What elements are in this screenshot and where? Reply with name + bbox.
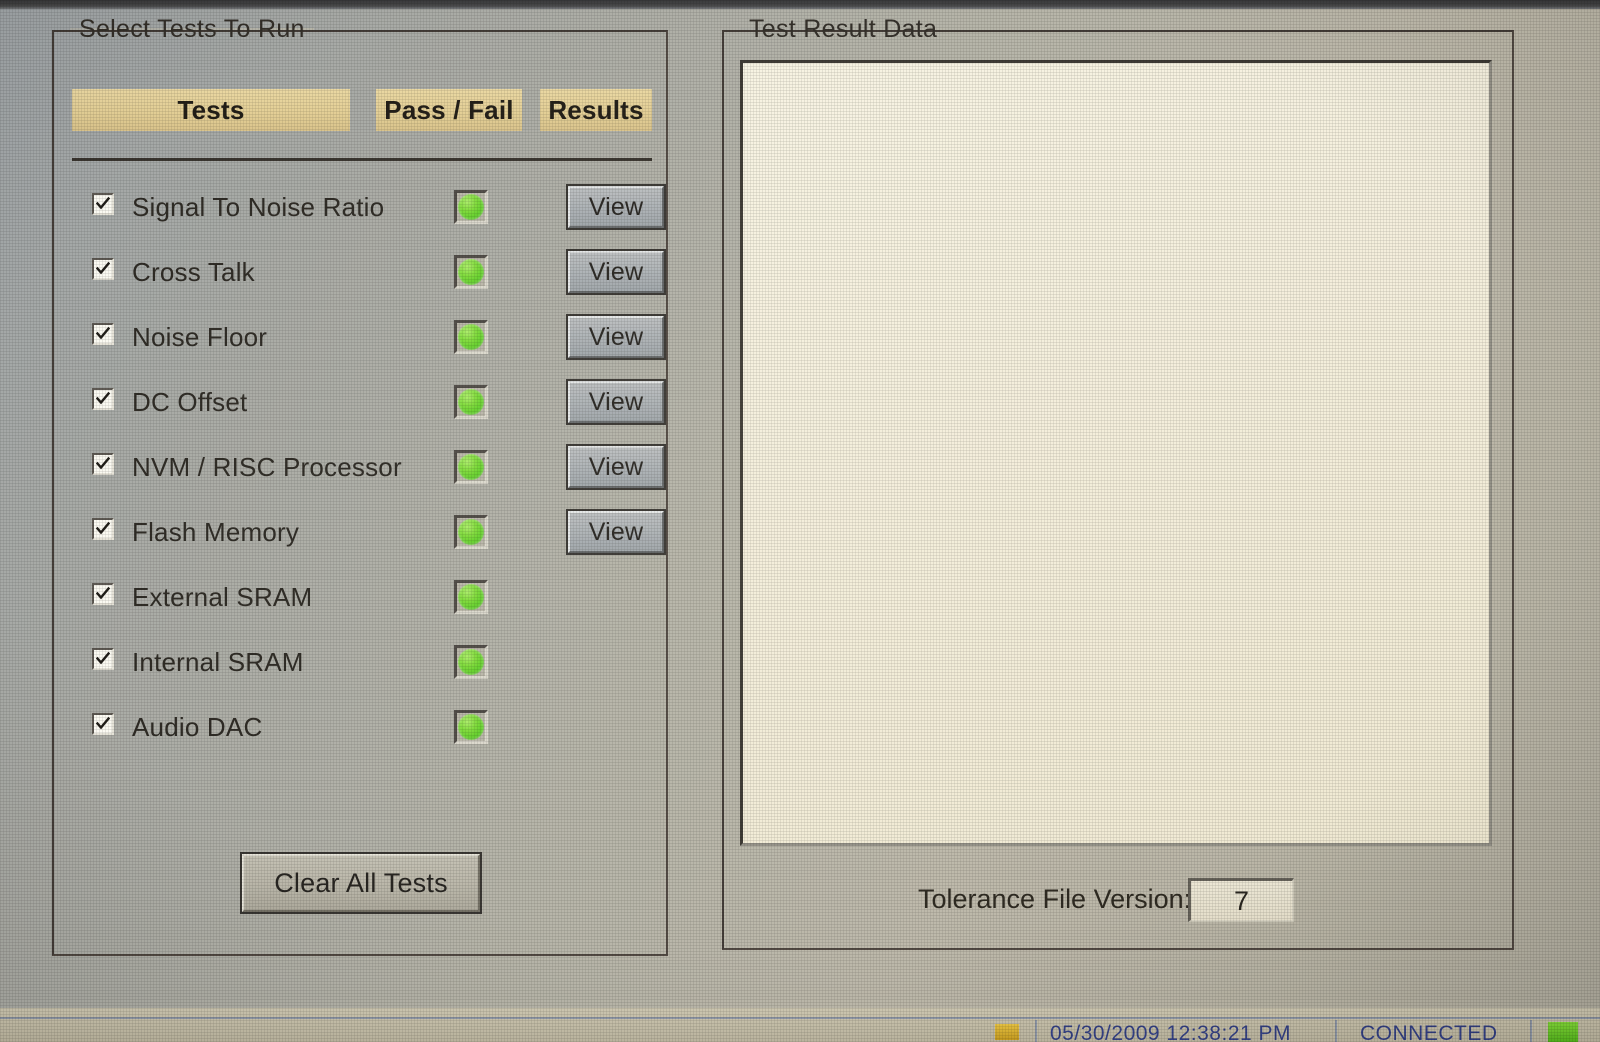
test-row: Internal SRAM [72,637,652,687]
pass-fail-led-icon [454,255,488,289]
pass-fail-led-icon [454,580,488,614]
test-row: Audio DAC [72,702,652,752]
pass-fail-led-cell [454,385,488,419]
pass-fail-led-icon [454,320,488,354]
test-row: Cross Talk View [72,247,666,297]
test-label: Cross Talk [132,257,255,287]
view-results-button-label: View [568,446,664,488]
column-header-results: Results [540,89,652,131]
pass-fail-led-cell [454,450,488,484]
clear-all-tests-button[interactable]: Clear All Tests [240,852,482,914]
view-results-button-label: View [568,511,664,553]
test-label: Internal SRAM [132,647,304,677]
test-row: Signal To Noise Ratio View [72,182,666,232]
pass-fail-led-cell [454,580,488,614]
test-checkbox[interactable] [92,453,114,475]
test-result-data-textarea[interactable] [740,60,1492,846]
test-checkbox[interactable] [92,323,114,345]
view-results-button[interactable]: View [566,379,666,425]
pass-fail-led-icon [454,515,488,549]
taskbar-top-rule [0,1017,1600,1019]
tolerance-file-version-label: Tolerance File Version: [918,884,1192,914]
led-dot [458,324,484,350]
column-header-pass-fail: Pass / Fail [376,89,522,131]
led-dot [458,519,484,545]
test-result-data-groupbox-title: Test Result Data [740,15,947,44]
test-checkbox[interactable] [92,583,114,605]
connection-status: CONNECTED [1360,1022,1498,1042]
pass-fail-led-cell [454,515,488,549]
test-row: NVM / RISC Processor View [72,442,666,492]
pass-fail-led-cell [454,320,488,354]
test-row: Noise Floor View [72,312,666,362]
test-result-data-groupbox: Test Result Data Tolerance File Version:… [722,15,1514,950]
taskbar-divider [1335,1020,1337,1042]
header-separator-rule [72,158,652,161]
taskbar-divider [1035,1020,1037,1042]
clear-all-tests-label: Clear All Tests [242,854,480,912]
select-tests-groupbox: Select Tests To Run Tests Pass / Fail Re… [52,15,668,956]
test-label: Flash Memory [132,517,300,547]
view-results-button-label: View [568,251,664,293]
test-application-dialog: Select Tests To Run Tests Pass / Fail Re… [0,8,1600,1008]
test-checkbox[interactable] [92,388,114,410]
view-results-button[interactable]: View [566,314,666,360]
select-tests-groupbox-title: Select Tests To Run [70,15,314,44]
pass-fail-led-icon [454,190,488,224]
view-results-button[interactable]: View [566,184,666,230]
view-results-button[interactable]: View [566,444,666,490]
led-dot [458,714,484,740]
screen-photo: Select Tests To Run Tests Pass / Fail Re… [0,0,1600,1042]
test-checkbox[interactable] [92,648,114,670]
monitor-bezel-band [0,0,1600,9]
tolerance-file-version-field[interactable]: 7 [1188,878,1294,922]
view-results-button[interactable]: View [566,249,666,295]
pass-fail-led-icon [454,710,488,744]
pass-fail-led-cell [454,710,488,744]
test-result-data-text [743,63,1489,79]
led-dot [458,194,484,220]
led-dot [458,259,484,285]
connection-status-led-icon [1548,1022,1578,1042]
test-label: DC Offset [132,387,248,417]
test-label: External SRAM [132,582,313,612]
pass-fail-led-icon [454,645,488,679]
view-results-button[interactable]: View [566,509,666,555]
tray-icon[interactable] [995,1024,1019,1040]
test-label: Noise Floor [132,322,268,352]
taskbar-clock[interactable]: 05/30/2009 12:38:21 PM [1050,1022,1291,1042]
windows-taskbar[interactable]: 05/30/2009 12:38:21 PM CONNECTED [0,1008,1600,1042]
test-row: DC Offset View [72,377,666,427]
led-dot [458,649,484,675]
taskbar-divider [1530,1020,1532,1042]
led-dot [458,584,484,610]
test-checkbox[interactable] [92,193,114,215]
pass-fail-led-icon [454,450,488,484]
view-results-button-label: View [568,381,664,423]
test-row: Flash Memory View [72,507,666,557]
pass-fail-led-icon [454,385,488,419]
pass-fail-led-cell [454,255,488,289]
test-label: NVM / RISC Processor [132,452,402,482]
view-results-button-label: View [568,186,664,228]
pass-fail-led-cell [454,645,488,679]
led-dot [458,389,484,415]
column-header-tests: Tests [72,89,350,131]
test-label: Signal To Noise Ratio [132,192,385,222]
test-checkbox[interactable] [92,258,114,280]
test-row: External SRAM [72,572,652,622]
test-checkbox[interactable] [92,713,114,735]
view-results-button-label: View [568,316,664,358]
pass-fail-led-cell [454,190,488,224]
test-checkbox[interactable] [92,518,114,540]
test-label: Audio DAC [132,712,263,742]
led-dot [458,454,484,480]
